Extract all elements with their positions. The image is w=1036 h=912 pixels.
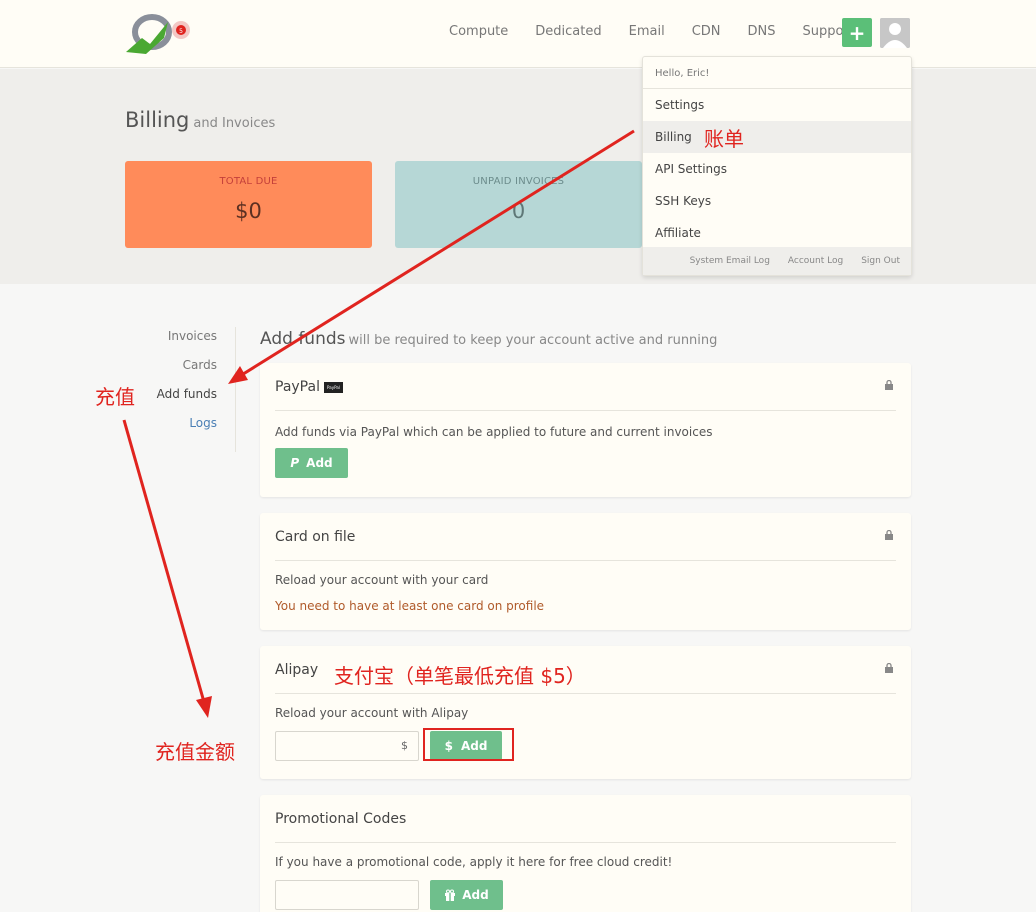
logo[interactable]: 5 <box>124 8 196 58</box>
promo-add-button[interactable]: Add <box>430 880 503 910</box>
section-title-text: Add funds <box>260 329 346 349</box>
unpaid-invoices-label: UNPAID INVOICES <box>472 176 565 187</box>
dropdown-greeting: Hello, Eric! <box>643 57 911 89</box>
promo-codes-description: If you have a promotional code, apply it… <box>275 855 673 869</box>
add-new-button[interactable]: + <box>842 18 872 47</box>
dropdown-settings[interactable]: Settings <box>643 89 911 121</box>
paypal-title: PayPal PayPal <box>275 379 343 395</box>
paypal-logo-icon: PayPal <box>323 381 343 393</box>
paypal-icon: P <box>290 456 300 470</box>
account-log-link[interactable]: Account Log <box>788 256 843 266</box>
promo-code-input[interactable] <box>275 880 419 910</box>
total-due-value: $0 <box>235 199 262 223</box>
plus-icon: + <box>848 20 866 45</box>
sidenav-invoices[interactable]: Invoices <box>130 327 235 356</box>
main-nav: Compute Dedicated Email CDN DNS Support <box>449 22 881 42</box>
lock-icon <box>885 530 893 540</box>
card-on-file-title: Card on file <box>275 529 356 545</box>
paypal-add-button[interactable]: P Add <box>275 448 348 478</box>
annotation-amount: 充值金额 <box>155 740 235 764</box>
paypal-card-header: PayPal PayPal <box>275 363 896 411</box>
nav-cdn[interactable]: CDN <box>692 22 721 42</box>
dropdown-footer: System Email Log Account Log Sign Out <box>643 247 911 275</box>
sidenav-logs[interactable]: Logs <box>130 414 235 443</box>
gift-icon <box>445 889 456 901</box>
user-icon <box>880 18 910 48</box>
annotation-billing: 账单 <box>704 127 744 151</box>
billing-sidenav: Invoices Cards Add funds Logs <box>130 327 236 452</box>
nav-compute[interactable]: Compute <box>449 22 508 42</box>
paypal-card: PayPal PayPal Add funds via PayPal which … <box>260 363 911 497</box>
nav-dedicated[interactable]: Dedicated <box>535 22 601 42</box>
sidenav-cards[interactable]: Cards <box>130 356 235 385</box>
alipay-amount-input[interactable]: $ <box>275 731 419 761</box>
card-on-file-card: Card on file Reload your account with yo… <box>260 513 911 630</box>
card-on-file-warning: You need to have at least one card on pr… <box>275 599 545 613</box>
alipay-description: Reload your account with Alipay <box>275 706 469 720</box>
nav-dns[interactable]: DNS <box>748 22 776 42</box>
card-on-file-header: Card on file <box>275 513 896 561</box>
paypal-description: Add funds via PayPal which can be applie… <box>275 425 713 439</box>
lock-icon <box>885 380 893 390</box>
total-due-label: TOTAL DUE <box>219 176 278 187</box>
section-subtitle: will be required to keep your account ac… <box>348 333 718 348</box>
system-email-log-link[interactable]: System Email Log <box>690 256 770 266</box>
promo-add-label: Add <box>462 888 489 902</box>
page-subtitle: and Invoices <box>193 116 276 131</box>
section-title: Add funds will be required to keep your a… <box>260 329 717 349</box>
promo-codes-header: Promotional Codes <box>275 795 896 843</box>
dropdown-affiliate[interactable]: Affiliate <box>643 217 911 249</box>
dropdown-api-settings[interactable]: API Settings <box>643 153 911 185</box>
page-title-text: Billing <box>125 108 190 132</box>
paypal-add-label: Add <box>306 456 333 470</box>
promo-codes-card: Promotional Codes If you have a promotio… <box>260 795 911 912</box>
lock-icon <box>885 663 893 673</box>
dropdown-billing[interactable]: Billing <box>643 121 911 153</box>
paypal-title-text: PayPal <box>275 379 320 395</box>
sign-out-link[interactable]: Sign Out <box>861 256 900 266</box>
currency-label: $ <box>401 739 408 752</box>
dropdown-ssh-keys[interactable]: SSH Keys <box>643 185 911 217</box>
account-dropdown: Hello, Eric! Settings Billing API Settin… <box>642 56 912 276</box>
annotation-alipay: 支付宝（单笔最低充值 $5） <box>334 664 586 688</box>
annotation-add-funds: 充值 <box>95 385 135 409</box>
svg-text:5: 5 <box>179 28 183 35</box>
card-on-file-description: Reload your account with your card <box>275 573 489 587</box>
highlight-box <box>423 728 514 761</box>
avatar[interactable] <box>880 18 910 48</box>
promo-codes-title: Promotional Codes <box>275 811 407 827</box>
unpaid-invoices-value: 0 <box>511 199 526 223</box>
sidenav-add-funds[interactable]: Add funds <box>130 385 235 414</box>
nav-email[interactable]: Email <box>629 22 665 42</box>
alipay-title: Alipay <box>275 662 319 678</box>
total-due-card: TOTAL DUE $0 <box>125 161 372 248</box>
unpaid-invoices-card: UNPAID INVOICES 0 <box>395 161 642 248</box>
page-title: Billing and Invoices <box>125 108 275 132</box>
